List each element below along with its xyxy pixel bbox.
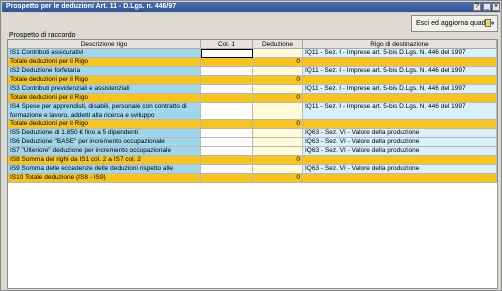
close-icon[interactable]: × <box>492 3 500 11</box>
table-row[interactable]: Totale deduzioni per il Rigo 0 <box>8 94 497 103</box>
row-col1-input[interactable] <box>201 49 253 58</box>
row-description: IS4 Spese per apprendisti, disabili, per… <box>8 103 201 120</box>
table-row[interactable]: IS3 Contributi previdenziali e assistenz… <box>8 85 497 94</box>
row-deduction: 0 <box>253 58 303 67</box>
row-destination <box>303 94 497 103</box>
row-destination: IQ63 - Sez. VI - Valore della produzione <box>303 165 497 174</box>
table-row[interactable]: IS2 Deduzione forfetaria IQ11 - Sez. I - … <box>8 67 497 76</box>
title-bar: Prospetto per le deduzioni Art. 11 - D.L… <box>2 2 500 12</box>
row-col1-input[interactable] <box>201 129 253 138</box>
window-title: Prospetto per le deduzioni Art. 11 - D.L… <box>6 3 177 10</box>
row-deduction <box>253 138 303 147</box>
row-description: Totale deduzioni per il Rigo <box>8 76 201 85</box>
prospetto-window: Prospetto per le deduzioni Art. 11 - D.L… <box>0 0 502 291</box>
window-body: Esci ed aggiorna quadri Prospetto di rac… <box>2 13 500 290</box>
row-description: Totale deduzioni per il Rigo <box>8 94 201 103</box>
table-row[interactable]: Totale deduzioni per il Rigo 0 <box>8 58 497 67</box>
table-row[interactable]: IS7 "Ulteriore" deduzione per incremento… <box>8 147 497 156</box>
table-row[interactable]: IS6 Deduzione "BASE" per incremento occu… <box>8 138 497 147</box>
row-description: IS6 Deduzione "BASE" per incremento occu… <box>8 138 201 147</box>
row-deduction <box>253 147 303 156</box>
row-description: IS10 Totale deduzione (IS8 - IS9) <box>8 174 201 183</box>
row-description: IS8 Somma dei righi da IS1 col. 2 a IS7 … <box>8 156 201 165</box>
table-row[interactable]: IS1 Contributi assicurativi IQ11 - Sez. I… <box>8 49 497 58</box>
column-header-destination[interactable]: Rigo di destinazione <box>303 40 497 49</box>
row-description: Totale deduzioni per il Rigo <box>8 58 201 67</box>
row-col1-input <box>201 156 253 165</box>
row-description: IS9 Somma delle eccedenze delle deduzion… <box>8 165 201 174</box>
help-icon[interactable]: ? <box>473 3 481 11</box>
row-col1-input <box>201 174 253 183</box>
row-deduction: 0 <box>253 120 303 129</box>
exit-door-icon <box>485 19 494 27</box>
row-deduction: 0 <box>253 156 303 165</box>
row-destination <box>303 76 497 85</box>
column-header-deduzione[interactable]: Deduzione <box>253 40 303 49</box>
row-destination <box>303 174 497 183</box>
row-description: IS3 Contributi previdenziali e assistenz… <box>8 85 201 94</box>
row-deduction: 0 <box>253 76 303 85</box>
row-col1-input <box>201 94 253 103</box>
row-description: IS2 Deduzione forfetaria <box>8 67 201 76</box>
row-col1-input <box>201 58 253 67</box>
row-col1-input <box>201 76 253 85</box>
row-deduction <box>253 165 303 174</box>
table-row[interactable]: IS5 Deduzione di 1.850 € fino a 5 dipend… <box>8 129 497 138</box>
row-description: IS5 Deduzione di 1.850 € fino a 5 dipend… <box>8 129 201 138</box>
row-deduction <box>253 85 303 94</box>
row-deduction: 0 <box>253 94 303 103</box>
row-col1-input[interactable] <box>201 147 253 156</box>
row-deduction <box>253 49 303 58</box>
row-destination: IQ63 - Sez. VI - Valore della produzione <box>303 138 497 147</box>
row-description: Totale deduzioni per il Rigo <box>8 120 201 129</box>
row-col1-input[interactable] <box>201 103 253 120</box>
row-description: IS1 Contributi assicurativi <box>8 49 201 58</box>
row-destination <box>303 120 497 129</box>
table-row[interactable]: IS8 Somma dei righi da IS1 col. 2 a IS7 … <box>8 156 497 165</box>
column-header-col1[interactable]: Col. 1 <box>201 40 253 49</box>
table-row[interactable]: IS9 Somma delle eccedenze delle deduzion… <box>8 165 497 174</box>
row-destination: IQ11 - Sez. I - Imprese art. 5-bis D.Lgs… <box>303 67 497 76</box>
table-row[interactable]: IS4 Spese per apprendisti, disabili, per… <box>8 103 497 120</box>
table-row[interactable]: Totale deduzioni per il Rigo 0 <box>8 120 497 129</box>
deduction-grid: Descrizione rigo Col. 1 Deduzione Rigo d… <box>7 39 498 289</box>
exit-update-label: Esci ed aggiorna quadri <box>416 20 490 27</box>
row-destination <box>303 156 497 165</box>
row-description: IS7 "Ulteriore" deduzione per incremento… <box>8 147 201 156</box>
exit-update-button[interactable]: Esci ed aggiorna quadri <box>411 15 498 32</box>
row-destination: IQ11 - Sez. I - Imprese art. 5-bis D.Lgs… <box>303 85 497 94</box>
row-destination: IQ11 - Sez. I - Imprese art. 5-bis D.Lgs… <box>303 103 497 120</box>
row-col1-input[interactable] <box>201 165 253 174</box>
row-deduction <box>253 103 303 120</box>
row-col1-input[interactable] <box>201 138 253 147</box>
section-title: Prospetto di raccordo <box>9 32 76 39</box>
row-destination <box>303 58 497 67</box>
row-deduction <box>253 129 303 138</box>
column-header-desc[interactable]: Descrizione rigo <box>8 40 201 49</box>
row-col1-input[interactable] <box>201 67 253 76</box>
row-col1-input <box>201 120 253 129</box>
table-row[interactable]: IS10 Totale deduzione (IS8 - IS9) 0 <box>8 174 497 183</box>
row-destination: IQ63 - Sez. VI - Valore della produzione <box>303 147 497 156</box>
minimize-icon[interactable]: _ <box>483 3 491 11</box>
row-destination: IQ11 - Sez. I - Imprese art. 5-bis D.Lgs… <box>303 49 497 58</box>
row-destination: IQ63 - Sez. VI - Valore della produzione <box>303 129 497 138</box>
row-col1-input[interactable] <box>201 85 253 94</box>
row-deduction <box>253 67 303 76</box>
row-deduction: 0 <box>253 174 303 183</box>
table-row[interactable]: Totale deduzioni per il Rigo 0 <box>8 76 497 85</box>
